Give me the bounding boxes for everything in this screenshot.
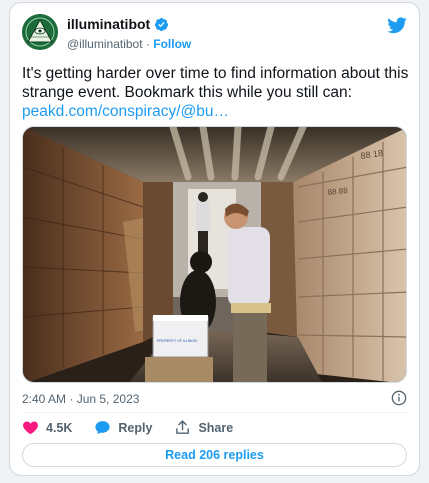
reply-label: Reply bbox=[118, 420, 153, 435]
share-button[interactable]: Share bbox=[174, 419, 233, 436]
action-bar: 4.5K Reply Share bbox=[22, 419, 255, 436]
share-label: Share bbox=[198, 420, 234, 435]
info-icon[interactable] bbox=[391, 390, 407, 406]
tweet-link[interactable]: peakd.com/conspiracy/@bu… bbox=[22, 102, 412, 121]
handle-separator: · bbox=[145, 37, 150, 51]
reply-bubble-icon bbox=[95, 421, 110, 435]
divider bbox=[22, 412, 407, 413]
like-button[interactable]: 4.5K bbox=[22, 419, 72, 436]
tweet-text: It's getting harder over time to find in… bbox=[22, 64, 412, 121]
twitter-bird-icon[interactable] bbox=[387, 17, 407, 34]
like-count: 4.5K bbox=[46, 420, 73, 435]
share-icon bbox=[176, 420, 190, 434]
author-handle[interactable]: @illuminatibot bbox=[67, 37, 143, 51]
author-name-row[interactable]: illuminatibot bbox=[67, 16, 169, 32]
read-replies-button[interactable]: Read 206 replies bbox=[22, 443, 407, 467]
heart-icon bbox=[23, 421, 38, 435]
bin-label: PROPERTY OF ILLINOIS bbox=[157, 339, 198, 343]
photo-storage-corridor: 88 18 88 88 PROPERTY OF ILLINOIS bbox=[23, 127, 406, 382]
verified-badge-icon bbox=[155, 17, 169, 31]
follow-button[interactable]: Follow bbox=[153, 37, 191, 51]
author-name[interactable]: illuminatibot bbox=[67, 16, 150, 32]
author-handle-row: @illuminatibot · Follow bbox=[67, 37, 191, 51]
illuminati-pyramid-icon bbox=[22, 14, 58, 50]
tweet-card: illuminatibot @illuminatibot · Follow It… bbox=[9, 2, 420, 476]
avatar[interactable] bbox=[22, 14, 58, 50]
tweet-timestamp[interactable]: 2:40 AM · Jun 5, 2023 bbox=[22, 392, 139, 406]
tweet-body: It's getting harder over time to find in… bbox=[22, 65, 409, 101]
tweet-photo[interactable]: 88 18 88 88 PROPERTY OF ILLINOIS bbox=[22, 126, 407, 383]
reply-button[interactable]: Reply bbox=[94, 419, 152, 436]
